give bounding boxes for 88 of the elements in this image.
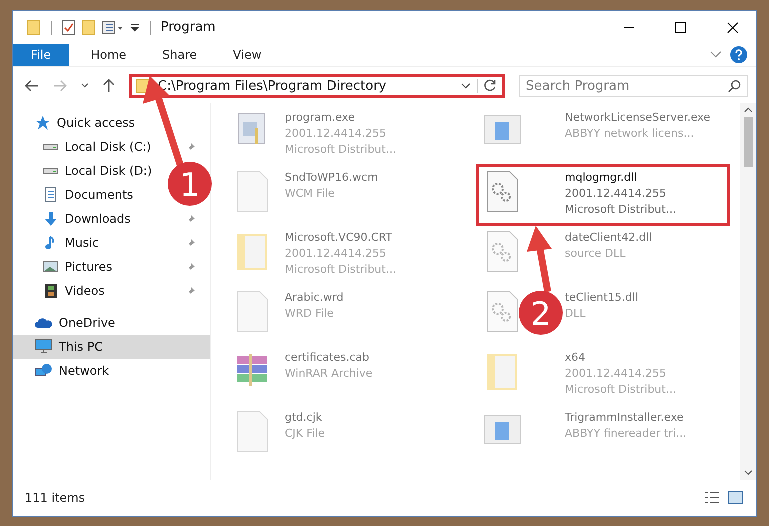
ribbon-tab[interactable]: View [219,44,276,66]
file-detail: WinRAR Archive [285,366,373,382]
file-detail: Microsoft Distribut... [285,142,396,158]
sidebar-item[interactable]: Downloads [13,207,137,231]
file-detail: WCM File [285,186,336,202]
sidebar-label: Downloads [65,212,131,226]
window-title: Program [161,20,216,35]
download-arrow-icon [43,211,59,227]
sidebar-label: OneDrive [59,316,116,330]
sidebar-item[interactable]: Music [13,231,106,255]
file-detail: WRD File [285,306,335,322]
ribbon-tab[interactable]: File [13,44,70,66]
file-detail: CJK File [285,426,326,442]
checklist-icon[interactable] [62,20,76,36]
sidebar-item[interactable]: OneDrive [13,311,122,335]
pointer-arrow [527,226,552,293]
file-name[interactable]: x64 [565,350,676,366]
star-icon [35,115,51,131]
chevron-down-icon[interactable] [81,83,89,89]
maximize-icon [675,22,687,34]
file-detail: ABBYY network licens... [565,126,696,142]
item-count: 111 items [25,491,86,505]
sidebar-item[interactable]: Local Disk (D:) [13,159,158,183]
file-detail: Microsoft Distribut... [565,202,676,218]
sidebar-label: Music [65,236,100,250]
sidebar-label: Documents [65,188,134,202]
sidebar-label: This PC [59,340,103,354]
file-name[interactable]: Arabic.wrd [285,290,344,306]
file-detail: 2001.12.4414.255 [565,186,668,202]
file-name[interactable]: program.exe [285,110,396,126]
sidebar-item[interactable]: Quick access [13,111,142,135]
sidebar-item[interactable]: Local Disk (C:) [13,135,158,159]
close-icon [727,22,739,34]
file-detail: Microsoft Distribut... [285,262,396,278]
file-name[interactable]: gtd.cjk [285,410,326,426]
sidebar-item[interactable]: Pictures [13,255,119,279]
step-badge: 2 [519,291,563,335]
step-badge: 1 [168,162,212,206]
file-detail: DLL [565,306,587,322]
help-icon[interactable] [730,46,748,64]
file-name[interactable]: dateClient42.dll [565,230,652,246]
file-name[interactable]: teClient15.dll [565,290,639,306]
chevron-down-icon[interactable] [461,83,471,89]
file-name[interactable]: SndToWP16.wcm [285,170,378,186]
ribbon-tab[interactable]: Share [148,44,212,66]
scroll-thumb[interactable] [744,117,752,167]
caret-icon[interactable] [130,22,140,32]
network-icon [35,363,53,379]
back-arrow-icon[interactable] [25,80,39,92]
scroll-up-icon[interactable] [744,107,752,113]
sidebar-item[interactable]: Network [13,359,116,383]
file-detail: 2001.12.4414.255 [285,246,388,262]
sidebar-item[interactable]: Documents [13,183,140,207]
sidebar-label: Local Disk (D:) [65,164,152,178]
picture-icon [43,259,59,275]
large-icons-view-icon[interactable] [728,491,744,505]
file-detail: Microsoft Distribut... [565,382,676,398]
properties-icon[interactable] [102,20,124,34]
address-field[interactable]: C:\Program Files\Program Directory [129,74,505,98]
file-detail: ABBYY finereader tri... [565,426,687,442]
file-name[interactable]: NetworkLicenseServer.exe [565,110,710,126]
sidebar-item[interactable]: Videos [13,279,111,303]
file-detail: source DLL [565,246,627,262]
sidebar-label: Quick access [57,116,136,130]
search-field[interactable]: Search Program [519,75,748,97]
document-icon [43,187,59,203]
sidebar-label: Pictures [65,260,113,274]
sidebar-item[interactable]: This PC [13,335,210,359]
minimize-icon [623,26,635,28]
sidebar-label: Videos [65,284,105,298]
scroll-down-icon[interactable] [744,470,752,476]
sidebar-label: Network [59,364,110,378]
film-icon [43,283,59,299]
scrollbar[interactable] [740,103,756,480]
search-icon[interactable] [728,80,741,93]
drive-icon [43,168,59,174]
drive-icon [43,144,59,150]
file-name[interactable]: Microsoft.VC90.CRT [285,230,396,246]
file-name[interactable]: mqlogmgr.dll [565,170,676,186]
file-detail: 2001.12.4414.255 [285,126,388,142]
up-arrow-icon[interactable] [103,79,115,93]
file-name[interactable]: TrigrammInstaller.exe [565,410,687,426]
monitor-icon [35,339,53,355]
file-detail: 2001.12.4414.255 [565,366,668,382]
file-name[interactable]: certificates.cab [285,350,373,366]
sidebar-label: Local Disk (C:) [65,140,152,154]
ribbon-tab[interactable]: Home [77,44,141,66]
details-view-icon[interactable] [704,491,720,505]
